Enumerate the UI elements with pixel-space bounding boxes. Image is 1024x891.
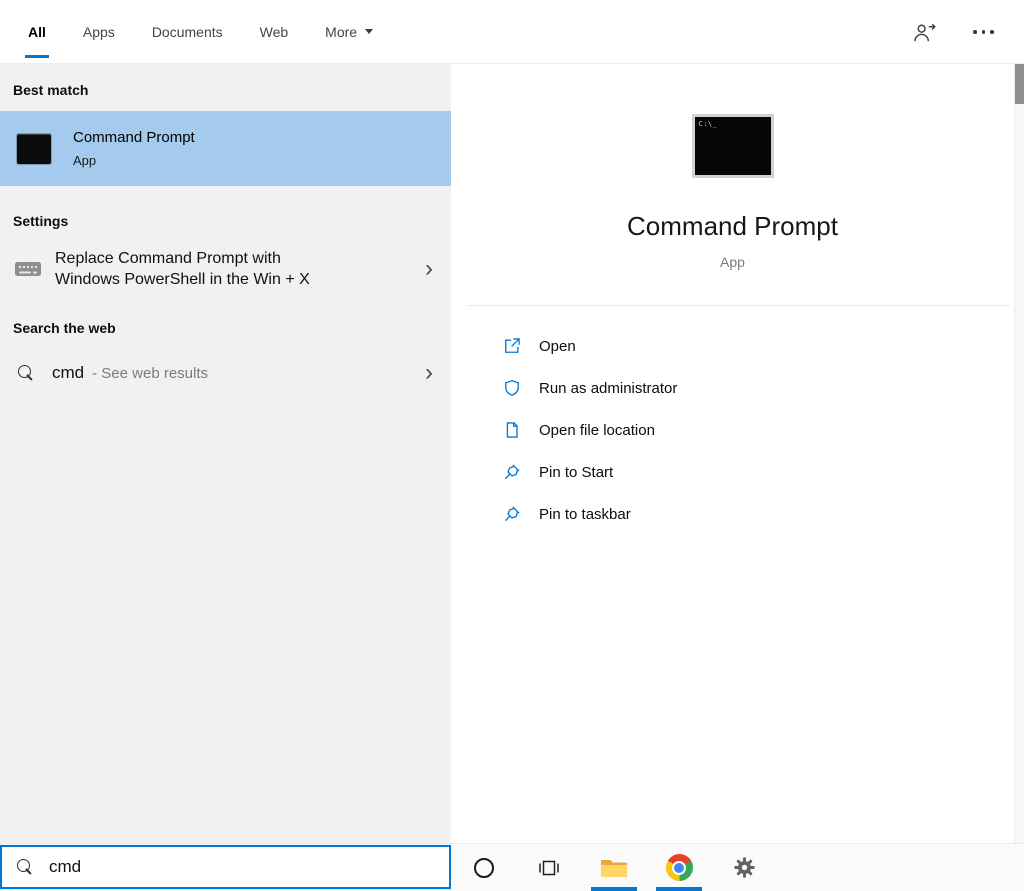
- tab-documents[interactable]: Documents: [152, 0, 223, 63]
- search-icon: [18, 364, 35, 382]
- command-prompt-icon: [17, 133, 51, 164]
- tab-web[interactable]: Web: [260, 0, 289, 63]
- web-query: cmd: [52, 363, 85, 382]
- web-section-header: Search the web: [13, 320, 116, 336]
- setting-label-line2: Windows PowerShell in the Win + X: [55, 271, 310, 288]
- user-account-button[interactable]: [912, 22, 937, 43]
- task-view-icon: [539, 860, 559, 875]
- person-arrow-icon: [913, 23, 936, 41]
- action-label: Pin to taskbar: [539, 505, 631, 523]
- setting-label-line1: Replace Command Prompt with: [55, 250, 281, 267]
- action-pin-to-taskbar[interactable]: Pin to taskbar: [502, 493, 1014, 535]
- search-box: [0, 845, 451, 889]
- result-web-search[interactable]: cmd - See web results ›: [0, 350, 451, 396]
- action-label: Open file location: [539, 421, 655, 439]
- shield-icon: [505, 379, 519, 396]
- scrollbar[interactable]: [1014, 64, 1024, 843]
- gear-icon: [733, 857, 755, 878]
- search-filter-bar: All Apps Documents Web More: [0, 0, 1024, 64]
- taskbar: [451, 843, 1024, 891]
- preview-subtitle: App: [720, 254, 745, 270]
- chevron-right-icon: ›: [425, 359, 433, 386]
- running-indicator: [591, 886, 637, 891]
- scrollbar-thumb[interactable]: [1015, 64, 1024, 104]
- command-prompt-icon-large: C:\_: [691, 114, 774, 178]
- pin-icon: [504, 506, 520, 522]
- result-replace-cmd-setting[interactable]: Replace Command Prompt with Windows Powe…: [0, 244, 451, 294]
- divider: [467, 305, 1010, 306]
- more-options-button[interactable]: [971, 30, 997, 34]
- topbar-actions: [912, 0, 997, 64]
- action-label: Open: [539, 337, 576, 355]
- action-run-as-admin[interactable]: Run as administrator: [502, 367, 1014, 409]
- action-open-file-location[interactable]: Open file location: [502, 409, 1014, 451]
- chrome-icon: [665, 854, 693, 881]
- start-search-window: All Apps Documents Web More Best match C…: [0, 0, 1024, 891]
- action-list: Open Run as administrator Open file loca…: [451, 325, 1014, 535]
- action-label: Pin to Start: [539, 463, 614, 481]
- tab-web-label: Web: [259, 23, 289, 40]
- tab-documents-label: Documents: [151, 23, 223, 40]
- settings-button[interactable]: [729, 844, 759, 891]
- action-label: Run as administrator: [539, 379, 678, 397]
- tab-apps-label: Apps: [82, 23, 115, 40]
- running-indicator: [656, 886, 702, 891]
- pin-icon: [504, 464, 520, 480]
- cortana-button[interactable]: [469, 844, 499, 891]
- preview-title: Command Prompt: [627, 211, 838, 241]
- cortana-circle-icon: [474, 857, 494, 878]
- keyboard-icon: [15, 262, 41, 276]
- search-input[interactable]: [49, 857, 449, 877]
- chevron-down-icon: [365, 29, 374, 34]
- chrome-button[interactable]: [656, 844, 702, 891]
- action-pin-to-start[interactable]: Pin to Start: [502, 451, 1014, 493]
- web-query-suffix: - See web results: [92, 364, 209, 382]
- open-icon: [505, 338, 520, 353]
- tab-apps[interactable]: Apps: [83, 0, 115, 63]
- tab-all-label: All: [28, 23, 46, 40]
- file-location-icon: [506, 422, 518, 438]
- action-open[interactable]: Open: [502, 325, 1014, 367]
- cmd-prompt-text: C:\_: [698, 120, 718, 128]
- tab-more-label: More: [325, 23, 358, 40]
- search-icon: [17, 858, 34, 876]
- result-subtitle: App: [73, 153, 97, 168]
- task-view-button[interactable]: [534, 844, 564, 891]
- result-command-prompt[interactable]: Command Prompt App: [0, 111, 451, 186]
- ellipsis-icon: [973, 30, 977, 34]
- settings-section-header: Settings: [13, 213, 69, 229]
- results-panel: Best match Command Prompt App Settings R…: [0, 64, 451, 891]
- preview-panel: C:\_ Command Prompt App Open Run as admi…: [451, 64, 1014, 843]
- tab-all[interactable]: All: [25, 0, 49, 63]
- best-match-header: Best match: [13, 82, 89, 98]
- result-title: Command Prompt: [73, 129, 195, 146]
- chevron-right-icon: ›: [425, 255, 433, 282]
- filter-tabs: All Apps Documents Web More: [0, 0, 374, 63]
- file-explorer-icon: [601, 859, 627, 877]
- file-explorer-button[interactable]: [591, 844, 637, 891]
- tab-more[interactable]: More: [325, 0, 374, 63]
